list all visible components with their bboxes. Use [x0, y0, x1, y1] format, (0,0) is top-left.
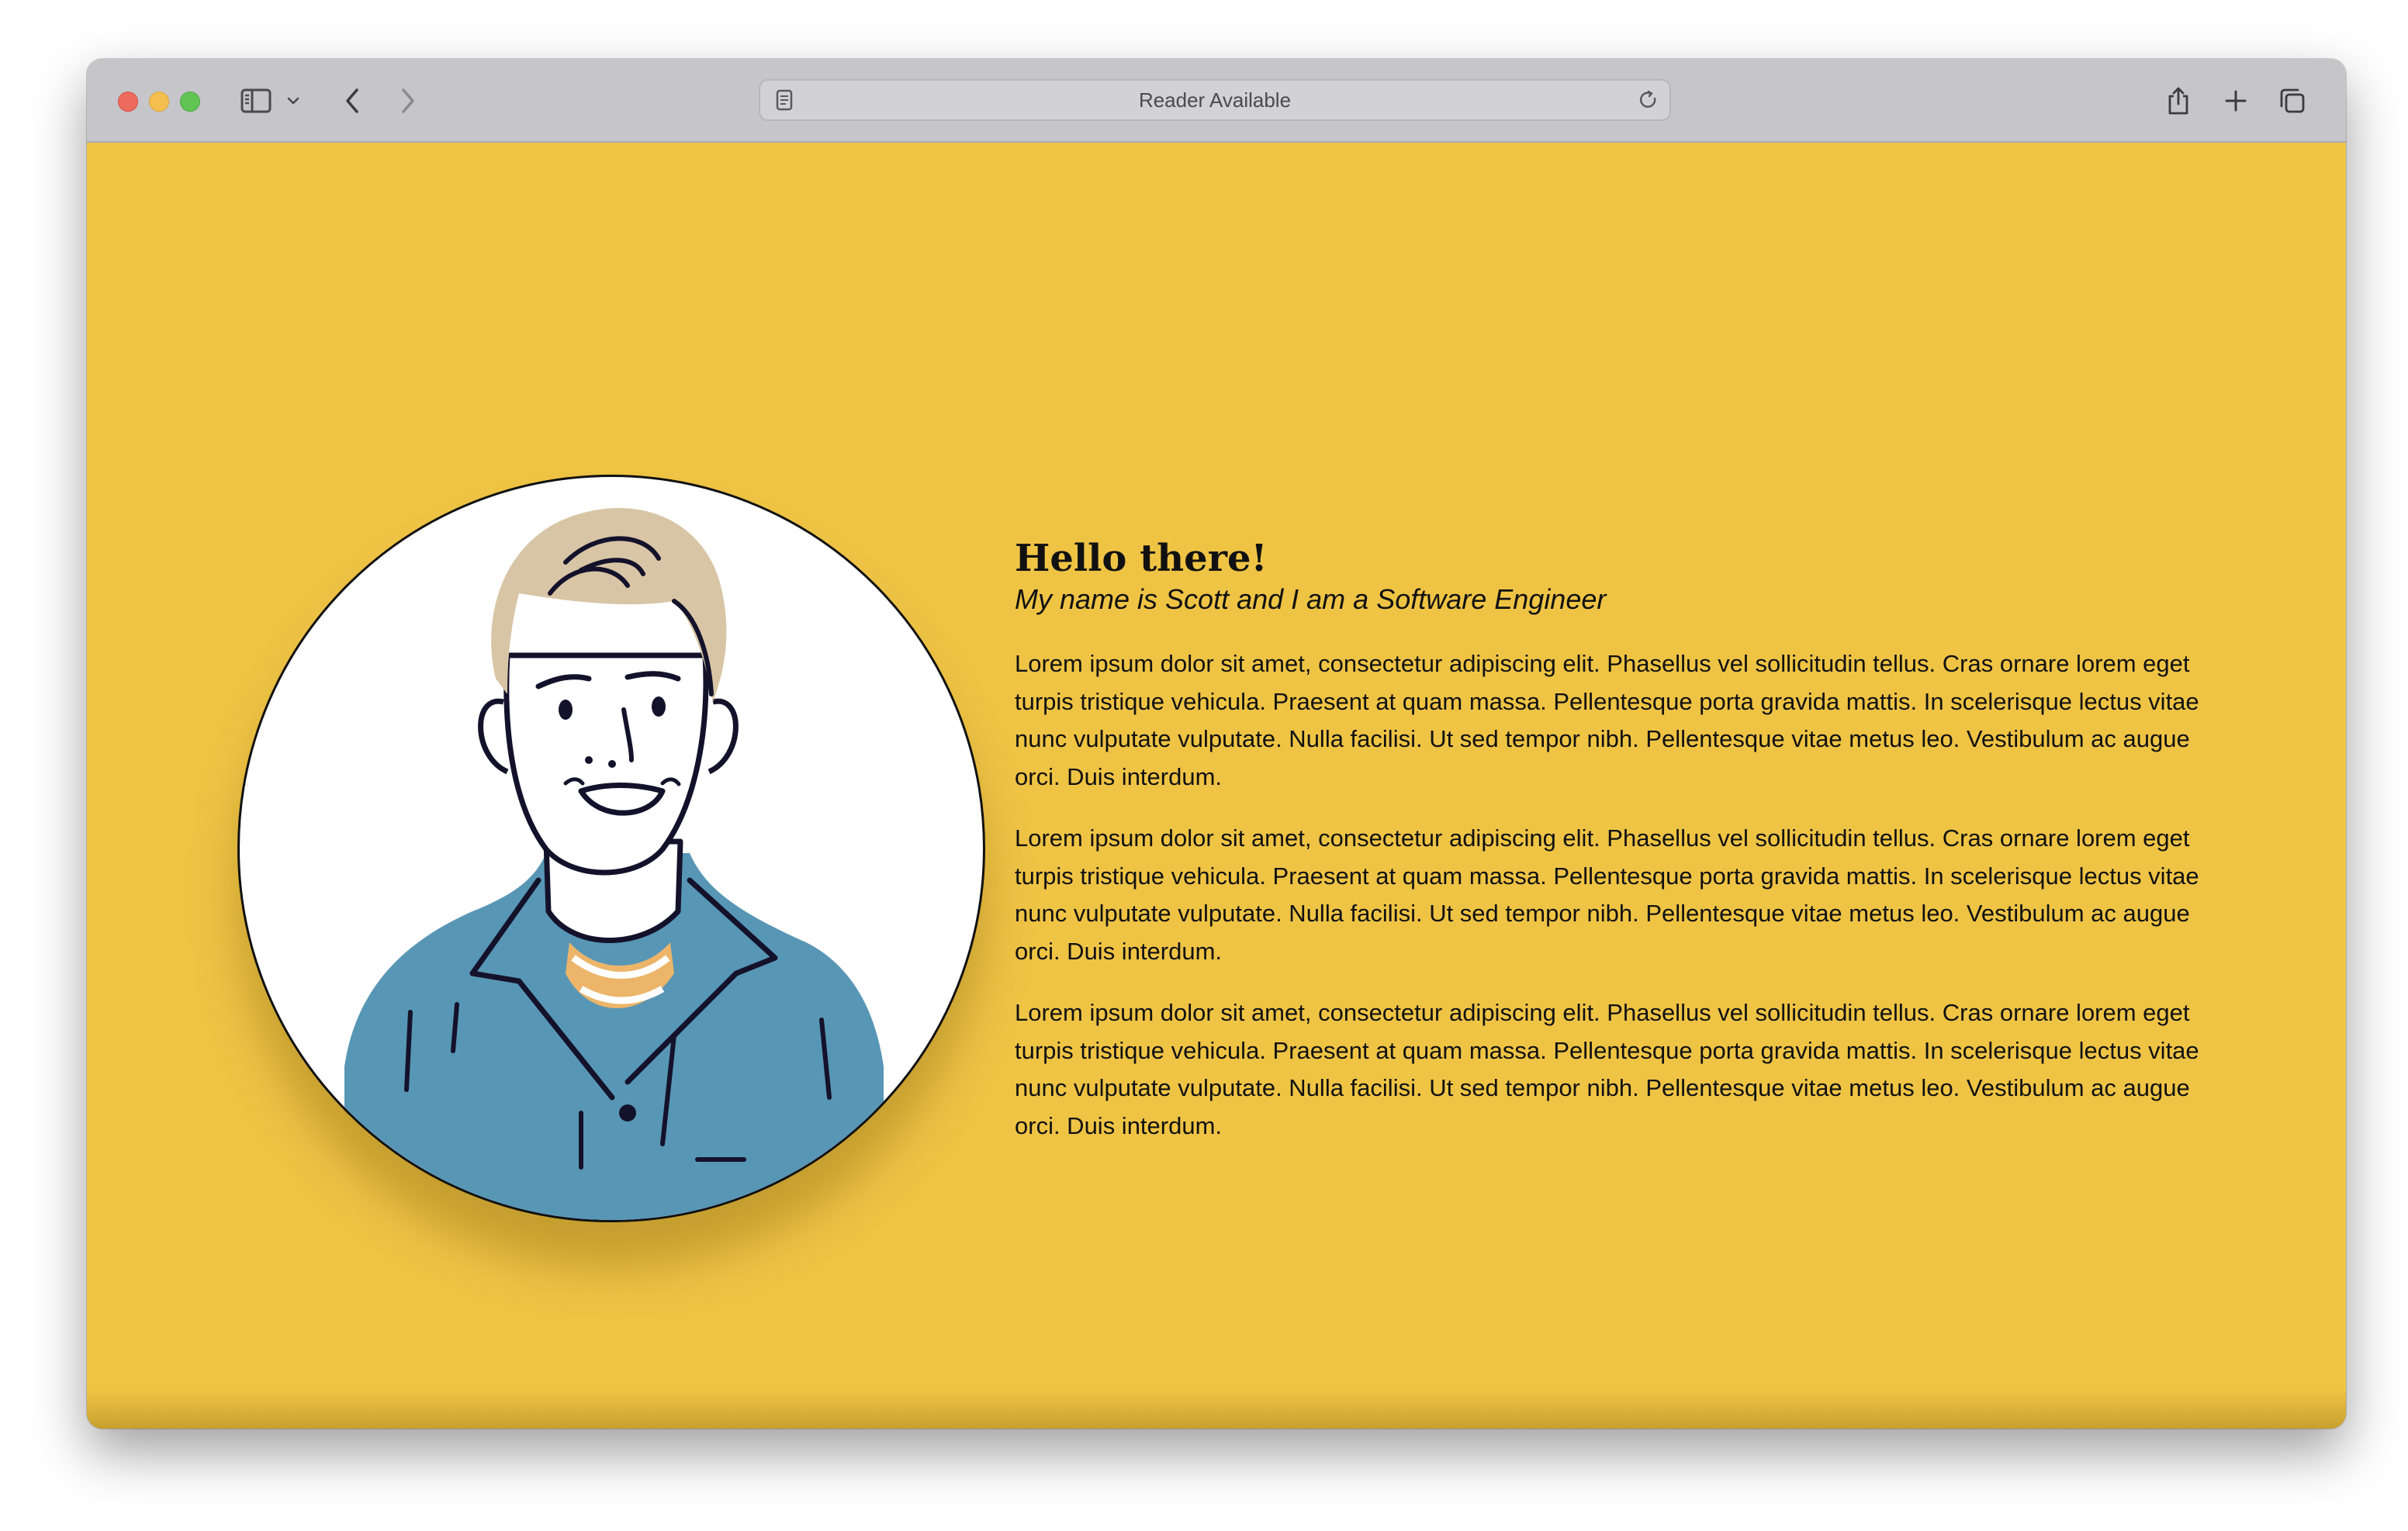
chevron-down-icon[interactable] — [285, 82, 301, 119]
close-window-button[interactable] — [118, 92, 138, 112]
intro-paragraph: Lorem ipsum dolor sit amet, consectetur … — [1015, 650, 2199, 790]
page-bottom-shade — [87, 1390, 2346, 1429]
page-content: Hello there! My name is Scott and I am a… — [87, 143, 2346, 1429]
sidebar-icon[interactable] — [239, 82, 273, 119]
minimize-window-button[interactable] — [149, 92, 169, 112]
page-subtitle: My name is Scott and I am a Software Eng… — [1015, 583, 1607, 615]
address-text: Reader Available — [1138, 88, 1292, 112]
person-illustration — [344, 508, 884, 1220]
intro-paragraph: Lorem ipsum dolor sit amet, consectetur … — [1015, 999, 2199, 1139]
intro-paragraph: Lorem ipsum dolor sit amet, consectetur … — [1015, 824, 2199, 965]
forward-icon[interactable] — [393, 82, 424, 119]
avatar — [237, 475, 985, 1222]
reload-icon[interactable] — [1637, 81, 1660, 119]
page-title: Hello there! — [1015, 537, 1268, 580]
zoom-window-button[interactable] — [180, 92, 200, 112]
browser-toolbar: Reader Available — [87, 59, 2346, 143]
intro-text: Hello there! My name is Scott and I am a… — [1015, 535, 2225, 1169]
tabs-icon[interactable] — [2276, 82, 2309, 119]
back-icon[interactable] — [337, 82, 368, 119]
share-icon[interactable] — [2163, 82, 2194, 119]
address-bar[interactable]: Reader Available — [759, 79, 1671, 121]
plus-icon[interactable] — [2220, 82, 2251, 119]
browser-window: Reader Available Hello there! My name is… — [87, 59, 2346, 1429]
